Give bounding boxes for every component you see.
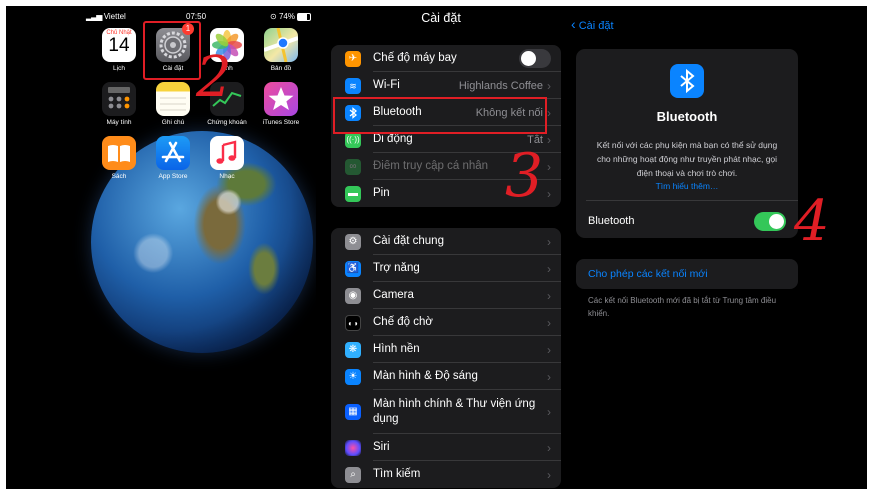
row-accessibility[interactable]: ♿ Trợ năng › xyxy=(331,255,561,282)
bluetooth-toggle[interactable] xyxy=(754,212,786,231)
app-store-icon xyxy=(156,136,190,170)
accessibility-icon: ♿ xyxy=(345,260,361,277)
chevron-right-icon: › xyxy=(547,105,551,120)
row-display-brightness[interactable]: ☀ Màn hình & Độ sáng › xyxy=(331,363,561,390)
signal-icon: ▂▃▅ xyxy=(86,12,103,21)
chevron-right-icon: › xyxy=(547,78,551,93)
music-note-icon xyxy=(210,136,244,170)
step-4-annotation: 4 xyxy=(794,189,830,254)
chevron-right-icon: › xyxy=(547,467,551,482)
chevron-right-icon: › xyxy=(547,315,551,330)
wallpaper-icon: ❋ xyxy=(345,341,361,358)
step-2-annotation: 2 xyxy=(196,45,232,110)
search-icon: ⌕ xyxy=(345,466,361,483)
back-button[interactable]: ‹ Cài đặt xyxy=(571,16,614,32)
row-standby[interactable]: ◐◑ Chế độ chờ › xyxy=(331,309,561,336)
app-maps[interactable]: Bản đồ xyxy=(261,28,301,72)
row-siri[interactable]: Siri › xyxy=(331,434,561,461)
siri-icon xyxy=(345,439,361,456)
bluetooth-description: Kết nối với các phụ kiện mà bạn có thể s… xyxy=(596,140,778,178)
app-music[interactable]: Nhạc xyxy=(207,136,247,180)
settings-title: Cài đặt xyxy=(421,11,461,25)
app-calendar[interactable]: Chủ Nhật 14 Lịch xyxy=(99,28,139,72)
chevron-left-icon: ‹ xyxy=(571,16,576,32)
row-general[interactable]: ⚙ Cài đặt chung › xyxy=(331,228,561,255)
status-carrier: ▂▃▅ Viettel xyxy=(86,12,126,21)
brightness-icon: ☀ xyxy=(345,368,361,385)
hotspot-icon: ∞ xyxy=(345,158,361,175)
bluetooth-card: Bluetooth Kết nối với các phụ kiện mà bạ… xyxy=(576,49,798,238)
bluetooth-highlight-box xyxy=(333,97,547,134)
row-airplane-mode[interactable]: ✈ Chế độ máy bay xyxy=(331,45,561,72)
chevron-right-icon: › xyxy=(547,288,551,303)
bluetooth-panel: ‹ Cài đặt Bluetooth Kết nối với các phụ … xyxy=(566,6,867,489)
chevron-right-icon: › xyxy=(547,342,551,357)
battery-icon xyxy=(297,12,312,21)
camera-icon: ◉ xyxy=(345,287,361,304)
status-battery: ⊙ 74% xyxy=(270,12,312,21)
chevron-right-icon: › xyxy=(547,440,551,455)
allow-new-connections-button[interactable]: Cho phép các kết nối mới xyxy=(576,259,798,289)
bluetooth-title: Bluetooth xyxy=(656,109,718,124)
notes-icon xyxy=(156,82,190,116)
status-time: 07:50 xyxy=(186,12,207,21)
app-calculator[interactable]: Máy tính xyxy=(99,82,139,126)
calculator-icon xyxy=(102,82,136,116)
app-notes[interactable]: Ghi chú xyxy=(153,82,193,126)
learn-more-link[interactable]: Tìm hiểu thêm… xyxy=(576,181,798,191)
home-screen-panel: ▂▃▅ Viettel 07:50 ⊙ 74% Chủ Nhật 14 Lịch xyxy=(6,6,316,489)
chevron-right-icon: › xyxy=(547,159,551,174)
settings-highlight-box xyxy=(143,21,201,80)
row-camera[interactable]: ◉ Camera › xyxy=(331,282,561,309)
chevron-right-icon: › xyxy=(547,369,551,384)
chevron-right-icon: › xyxy=(547,234,551,249)
row-home-screen-library[interactable]: ▦ Màn hình chính & Thư viện ứng dụng › xyxy=(331,390,561,434)
wifi-icon: ≋ xyxy=(345,77,361,94)
maps-icon xyxy=(264,28,298,62)
alarm-icon: ⊙ xyxy=(270,12,277,21)
books-icon xyxy=(102,136,136,170)
bluetooth-logo-icon xyxy=(670,64,704,98)
row-wallpaper[interactable]: ❋ Hình nền › xyxy=(331,336,561,363)
tutorial-frame: ▂▃▅ Viettel 07:50 ⊙ 74% Chủ Nhật 14 Lịch xyxy=(6,6,867,489)
chevron-right-icon: › xyxy=(547,261,551,276)
chevron-right-icon: › xyxy=(547,132,551,147)
chevron-right-icon: › xyxy=(547,405,551,419)
standby-icon: ◐◑ xyxy=(345,314,361,331)
app-app-store[interactable]: App Store xyxy=(153,136,193,180)
settings-panel: Cài đặt ✈ Chế độ máy bay ≋ Wi-Fi Highlan… xyxy=(321,6,561,489)
homescreen-icon: ▦ xyxy=(345,404,361,420)
row-wifi[interactable]: ≋ Wi-Fi Highlands Coffee › xyxy=(331,72,561,99)
airplane-icon: ✈ xyxy=(345,50,361,67)
calendar-icon: Chủ Nhật 14 xyxy=(102,28,136,62)
step-3-annotation: 3 xyxy=(505,141,544,211)
airplane-mode-toggle[interactable] xyxy=(519,49,551,68)
settings-group-general: ⚙ Cài đặt chung › ♿ Trợ năng › ◉ Camera … xyxy=(331,228,561,488)
app-books[interactable]: Sách xyxy=(99,136,139,180)
gear-icon: ⚙ xyxy=(345,233,361,250)
app-itunes-store[interactable]: iTunes Store xyxy=(261,82,301,126)
battery-icon: ▬ xyxy=(345,185,361,202)
bluetooth-footer-note: Các kết nối Bluetooth mới đã bị tắt từ T… xyxy=(588,296,777,318)
bluetooth-toggle-label: Bluetooth xyxy=(588,215,635,227)
row-search[interactable]: ⌕ Tìm kiếm › xyxy=(331,461,561,488)
chevron-right-icon: › xyxy=(547,186,551,201)
star-icon xyxy=(264,82,298,116)
